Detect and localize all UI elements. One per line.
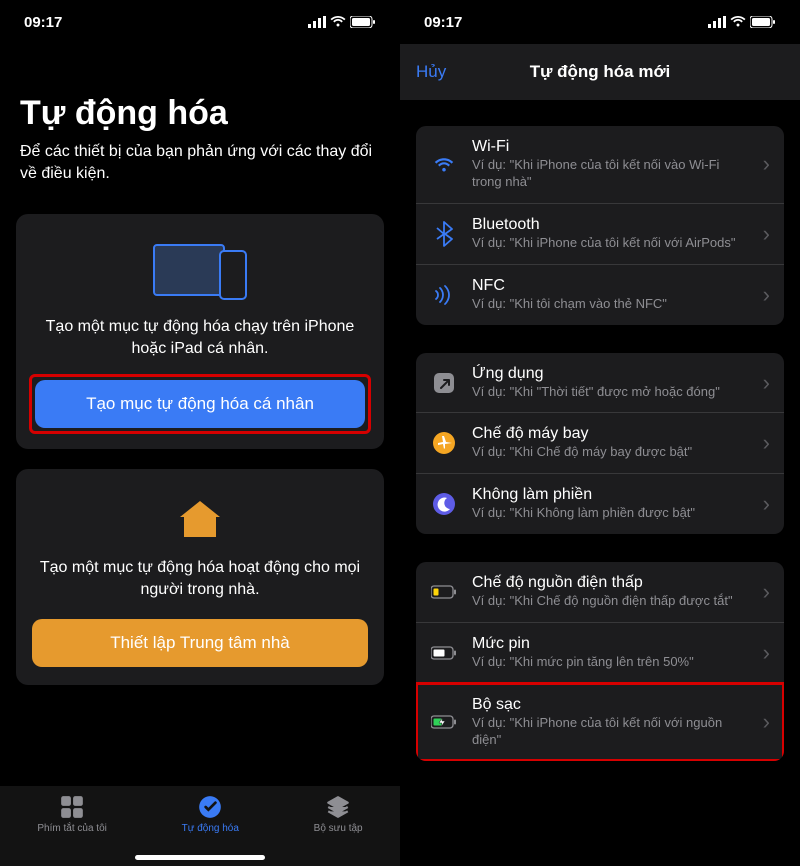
chevron-right-icon: › <box>763 579 770 605</box>
item-title: Bộ sạc <box>472 696 749 714</box>
status-bar: 09:17 <box>400 0 800 44</box>
trigger-group-app: Ứng dụng Ví dụ: "Khi "Thời tiết" được mở… <box>416 353 784 535</box>
grid-icon <box>59 794 85 820</box>
chevron-right-icon: › <box>763 282 770 308</box>
battery-icon <box>750 16 776 28</box>
tab-bar: Phím tắt của tôi Tự động hóa Bộ sưu tập <box>0 786 400 866</box>
chevron-right-icon: › <box>763 221 770 247</box>
item-subtitle: Ví dụ: "Khi Chế độ nguồn điện thấp được … <box>472 593 749 610</box>
stack-icon <box>325 794 351 820</box>
item-title: Mức pin <box>472 635 749 653</box>
item-title: Bluetooth <box>472 216 749 234</box>
battery-low-icon <box>430 578 458 606</box>
trigger-group-battery: Chế độ nguồn điện thấp Ví dụ: "Khi Chế đ… <box>416 562 784 761</box>
trigger-wifi[interactable]: Wi-Fi Ví dụ: "Khi iPhone của tôi kết nối… <box>416 126 784 203</box>
nav-header: Hủy Tự động hóa mới <box>400 44 800 100</box>
page-title: Tự động hóa <box>0 44 400 141</box>
tab-label: Tự động hóa <box>182 823 239 834</box>
bluetooth-icon <box>430 220 458 248</box>
item-subtitle: Ví dụ: "Khi iPhone của tôi kết nối với A… <box>472 235 749 252</box>
setup-home-hub-button[interactable]: Thiết lập Trung tâm nhà <box>32 619 368 667</box>
cellular-icon <box>308 16 326 28</box>
wifi-icon <box>430 150 458 178</box>
battery-icon <box>430 639 458 667</box>
item-subtitle: Ví dụ: "Khi Chế độ máy bay được bật" <box>472 444 749 461</box>
home-indicator[interactable] <box>135 855 265 860</box>
trigger-low-power[interactable]: Chế độ nguồn điện thấp Ví dụ: "Khi Chế đ… <box>416 562 784 622</box>
battery-icon <box>350 16 376 28</box>
left-screen: 09:17 Tự động hóa Để các thiết bị của bạ… <box>0 0 400 866</box>
battery-charging-icon <box>430 708 458 736</box>
devices-icon <box>145 242 255 302</box>
trigger-group-connectivity: Wi-Fi Ví dụ: "Khi iPhone của tôi kết nối… <box>416 126 784 325</box>
cellular-icon <box>708 16 726 28</box>
chevron-right-icon: › <box>763 370 770 396</box>
right-screen: 09:17 Hủy Tự động hóa mới Wi-Fi Ví dụ: "… <box>400 0 800 866</box>
item-subtitle: Ví dụ: "Khi mức pin tăng lên trên 50%" <box>472 654 749 671</box>
chevron-right-icon: › <box>763 491 770 517</box>
status-time: 09:17 <box>424 14 462 31</box>
tab-label: Phím tắt của tôi <box>37 823 106 834</box>
item-subtitle: Ví dụ: "Khi Không làm phiền được bật" <box>472 505 749 522</box>
home-automation-card: Tạo một mục tự động hóa hoạt động cho mọ… <box>16 469 384 684</box>
trigger-charger[interactable]: Bộ sạc Ví dụ: "Khi iPhone của tôi kết nố… <box>416 683 784 761</box>
create-personal-automation-button[interactable]: Tạo mục tự động hóa cá nhân <box>35 380 365 428</box>
chevron-right-icon: › <box>763 640 770 666</box>
status-bar: 09:17 <box>0 0 400 44</box>
moon-icon <box>430 490 458 518</box>
item-subtitle: Ví dụ: "Khi iPhone của tôi kết nối với n… <box>472 715 749 749</box>
item-title: Ứng dụng <box>472 365 749 383</box>
card-desc: Tạo một mục tự động hóa chạy trên iPhone… <box>32 316 368 359</box>
item-title: Wi-Fi <box>472 138 749 156</box>
item-title: Chế độ máy bay <box>472 425 749 443</box>
card-desc: Tạo một mục tự động hóa hoạt động cho mọ… <box>32 557 368 600</box>
cancel-button[interactable]: Hủy <box>416 62 446 82</box>
personal-automation-card: Tạo một mục tự động hóa chạy trên iPhone… <box>16 214 384 449</box>
item-subtitle: Ví dụ: "Khi tôi chạm vào thẻ NFC" <box>472 296 749 313</box>
chevron-right-icon: › <box>763 430 770 456</box>
highlight-personal-button: Tạo mục tự động hóa cá nhân <box>29 374 371 434</box>
nfc-icon <box>430 281 458 309</box>
item-title: Chế độ nguồn điện thấp <box>472 574 749 592</box>
nav-title: Tự động hóa mới <box>530 62 671 82</box>
trigger-bluetooth[interactable]: Bluetooth Ví dụ: "Khi iPhone của tôi kết… <box>416 203 784 264</box>
airplane-icon <box>430 429 458 457</box>
chevron-right-icon: › <box>763 151 770 177</box>
trigger-airplane-mode[interactable]: Chế độ máy bay Ví dụ: "Khi Chế độ máy ba… <box>416 412 784 473</box>
status-icons <box>708 16 776 28</box>
clock-check-icon <box>197 794 223 820</box>
item-subtitle: Ví dụ: "Khi "Thời tiết" được mở hoặc đón… <box>472 384 749 401</box>
wifi-icon <box>730 16 746 28</box>
trigger-nfc[interactable]: NFC Ví dụ: "Khi tôi chạm vào thẻ NFC" › <box>416 264 784 325</box>
item-title: Không làm phiền <box>472 486 749 504</box>
trigger-battery-level[interactable]: Mức pin Ví dụ: "Khi mức pin tăng lên trê… <box>416 622 784 683</box>
status-time: 09:17 <box>24 14 62 31</box>
tab-gallery[interactable]: Bộ sưu tập <box>314 794 363 834</box>
app-icon <box>430 369 458 397</box>
item-title: NFC <box>472 277 749 295</box>
chevron-right-icon: › <box>763 709 770 735</box>
tab-label: Bộ sưu tập <box>314 823 363 834</box>
trigger-dnd[interactable]: Không làm phiền Ví dụ: "Khi Không làm ph… <box>416 473 784 534</box>
status-icons <box>308 16 376 28</box>
trigger-app[interactable]: Ứng dụng Ví dụ: "Khi "Thời tiết" được mở… <box>416 353 784 413</box>
page-subtitle: Để các thiết bị của bạn phản ứng với các… <box>0 141 400 214</box>
tab-automation[interactable]: Tự động hóa <box>182 794 239 834</box>
wifi-icon <box>330 16 346 28</box>
tab-shortcuts[interactable]: Phím tắt của tôi <box>37 794 106 834</box>
item-subtitle: Ví dụ: "Khi iPhone của tôi kết nối vào W… <box>472 157 749 191</box>
home-icon <box>175 495 225 543</box>
